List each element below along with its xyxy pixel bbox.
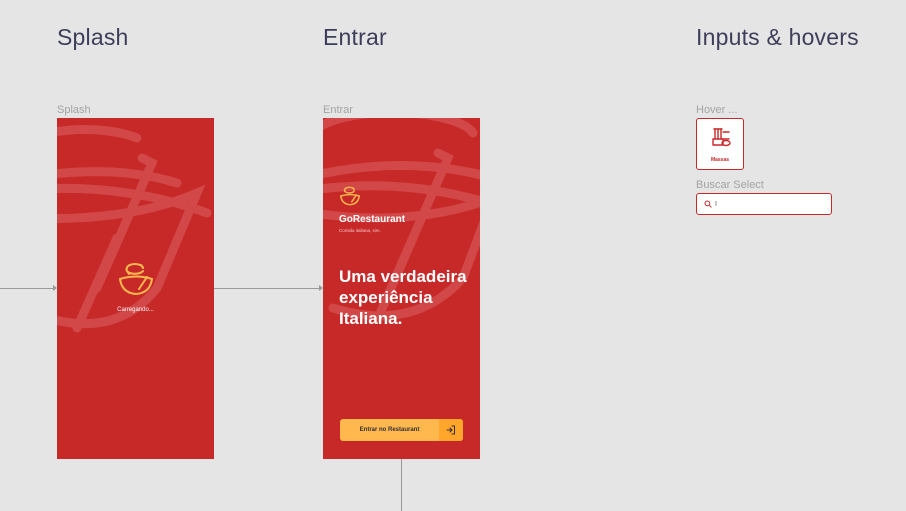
category-card-label: Massas bbox=[710, 157, 730, 163]
section-title-entrar: Entrar bbox=[323, 24, 387, 50]
frame-label-splash[interactable]: Splash bbox=[57, 104, 91, 116]
prototype-connector bbox=[214, 288, 319, 289]
section-title-inputs: Inputs & hovers bbox=[696, 24, 859, 50]
prototype-connector bbox=[0, 288, 53, 289]
splash-frame[interactable]: Carregando... bbox=[57, 118, 214, 459]
enter-button-icon-box bbox=[439, 419, 463, 441]
search-icon bbox=[704, 200, 712, 208]
frame-label-buscar[interactable]: Buscar Select bbox=[696, 179, 764, 191]
bowl-logo-icon bbox=[119, 263, 153, 295]
hero-headline: Uma verdadeira experiência Italiana. bbox=[339, 267, 467, 328]
frame-label-hover[interactable]: Hover ... bbox=[696, 104, 738, 116]
brand-tagline: Comida italiana, sim. bbox=[339, 228, 381, 233]
enter-restaurant-button-label: Entrar no Restaurant bbox=[359, 427, 420, 433]
entrar-frame[interactable]: GoRestaurant Comida italiana, sim. Uma v… bbox=[323, 118, 480, 459]
loading-text: Carregando... bbox=[117, 307, 154, 313]
category-card-massas[interactable]: Massas bbox=[696, 118, 744, 170]
frame-label-entrar[interactable]: Entrar bbox=[323, 104, 353, 116]
enter-restaurant-button[interactable]: Entrar no Restaurant bbox=[340, 419, 463, 441]
search-select[interactable] bbox=[696, 193, 832, 215]
section-title-splash: Splash bbox=[57, 24, 129, 50]
log-in-icon bbox=[446, 425, 455, 435]
bowl-logo-icon bbox=[340, 186, 360, 206]
prototype-connector bbox=[401, 459, 402, 511]
pasta-icon bbox=[712, 128, 731, 147]
brand-name: GoRestaurant bbox=[339, 214, 406, 225]
search-input[interactable] bbox=[715, 200, 815, 208]
